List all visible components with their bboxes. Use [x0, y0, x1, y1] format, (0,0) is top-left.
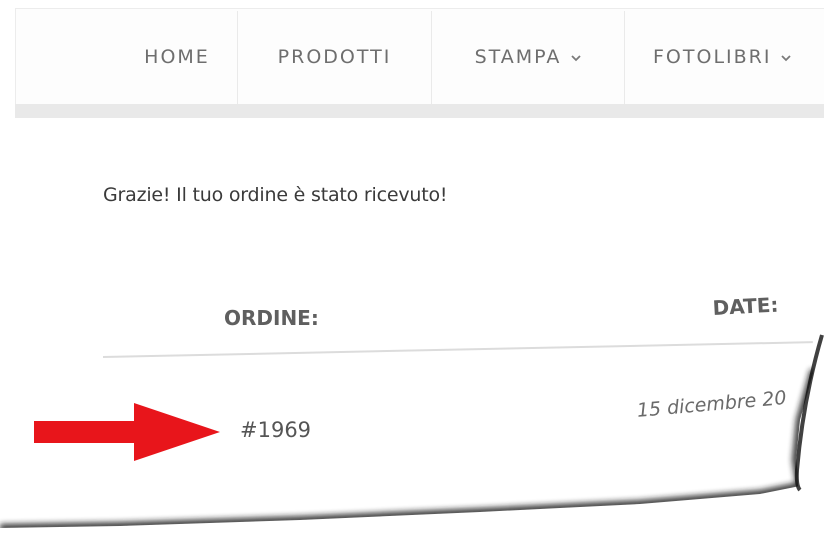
order-received-message: Grazie! Il tuo ordine è stato ricevuto!	[103, 184, 448, 206]
screenshot-stage: HOME PRODOTTI STAMPA FOTOLIBRI Grazie! I…	[0, 0, 824, 535]
nav-item-home[interactable]: HOME	[116, 9, 238, 105]
arrow-right-icon	[34, 403, 220, 461]
nav-item-label: HOME	[144, 46, 210, 68]
order-number: #1969	[240, 418, 312, 442]
order-column-header: ORDINE:	[224, 306, 319, 330]
nav-item-label: FOTOLIBRI	[653, 46, 772, 68]
nav-item-fotolibri[interactable]: FOTOLIBRI	[625, 9, 824, 105]
date-column-header: DATE:	[712, 292, 780, 320]
nav-item-stampa[interactable]: STAMPA	[432, 9, 624, 105]
chevron-down-icon	[571, 51, 582, 66]
nav-item-label: STAMPA	[474, 46, 562, 68]
nav-item-label: PRODOTTI	[277, 46, 392, 68]
nav-item-prodotti[interactable]: PRODOTTI	[238, 9, 431, 105]
chevron-down-icon	[781, 51, 792, 66]
nav-bottom-band	[15, 104, 824, 118]
top-navigation: HOME PRODOTTI STAMPA FOTOLIBRI	[15, 8, 824, 105]
